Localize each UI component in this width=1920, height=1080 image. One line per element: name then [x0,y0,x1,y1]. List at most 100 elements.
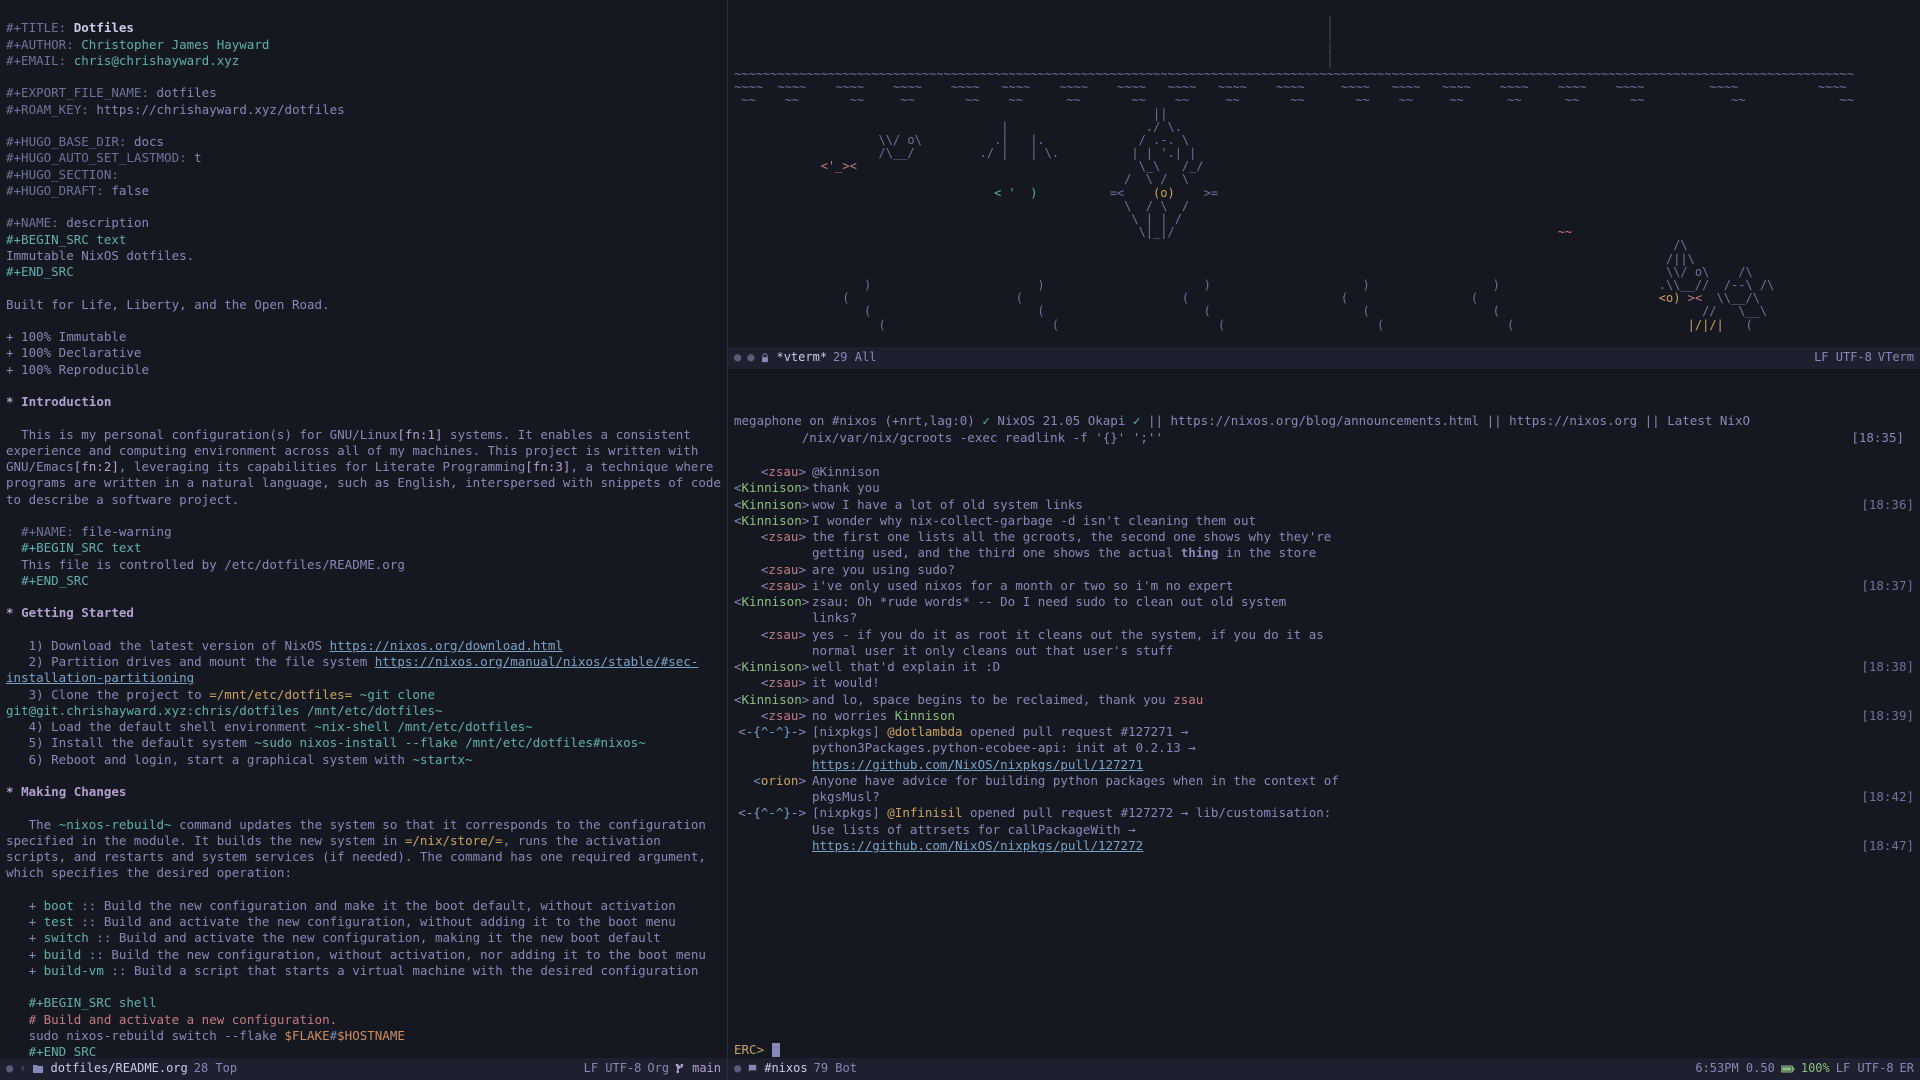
ml-git-branch[interactable]: main [692,1061,721,1077]
ml-battery: 100% [1801,1061,1830,1077]
heading-getting-started[interactable]: Getting Started [21,605,134,620]
org-editor-pane[interactable]: #+TITLE: Dotfiles #+AUTHOR: Christopher … [0,0,728,1080]
erc-prompt-label: ERC> [734,1042,764,1057]
irc-buffer[interactable]: <zsau>@Kinnison<Kinnison>thank you<Kinni… [728,464,1920,1042]
val-title: Dotfiles [74,20,134,35]
heading-introduction[interactable]: Introduction [21,394,111,409]
irc-topic: megaphone on #nixos (+nrt,lag:0) ✓ NixOS… [728,395,1920,464]
irc-timestamp [1850,464,1914,480]
link-nixos-download[interactable]: https://nixos.org/download.html [330,638,563,653]
irc-timestamp [1850,610,1914,626]
topic-ts: [18:35] [1851,430,1914,446]
irc-message-line: <-{^-^}->[nixpkgs] @Infinisil opened pul… [734,805,1914,821]
key-hugo-base: #+HUGO_BASE_DIR: [6,134,126,149]
footnote-2[interactable]: [fn:2] [74,459,119,474]
footnote-1[interactable]: [fn:1] [397,427,442,442]
irc-message-line: <zsau>no worries Kinnison[18:39] [734,708,1914,724]
irc-message-line: <Kinnison>and lo, space begins to be rec… [734,692,1914,708]
irc-message-text: it would! [812,675,1850,691]
irc-nick: <Kinnison> [734,513,812,529]
ml-position: 79 Bot [814,1061,857,1077]
irc-message-text: i've only used nixos for a month or two … [812,578,1850,594]
irc-timestamp [1850,757,1914,773]
irc-message-line: https://github.com/NixOS/nixpkgs/pull/12… [734,757,1914,773]
irc-nick [734,838,812,854]
irc-nick: <Kinnison> [734,497,812,513]
irc-message-text: thank you [812,480,1850,496]
bullet-2: + 100% Reproducible [6,362,149,377]
irc-message-line: https://github.com/NixOS/nixpkgs/pull/12… [734,838,1914,854]
key-hugo-last: #+HUGO_AUTO_SET_LASTMOD: [6,150,187,165]
back-icon[interactable]: ‹ [19,1061,26,1077]
val-name-desc: description [66,215,149,230]
star-icon: * [6,394,14,409]
irc-message-text: https://github.com/NixOS/nixpkgs/pull/12… [812,838,1850,854]
step-4a: 4) Load the default shell environment [29,719,315,734]
irc-nick: <zsau> [734,675,812,691]
key-export: #+EXPORT_FILE_NAME: [6,85,149,100]
irc-nick [734,822,812,838]
irc-message-text: @Kinnison [812,464,1850,480]
ml-encoding: LF UTF-8 [1836,1061,1894,1077]
key-name-warn: #+NAME: [21,524,74,539]
warn-body: This file is controlled by /etc/dotfiles… [21,557,405,572]
irc-message-line: getting used, and the third one shows th… [734,545,1914,561]
irc-message-text: normal user it only cleans out that user… [812,643,1850,659]
ml-position: 28 Top [194,1061,237,1077]
topic-b: NixOS 21.05 Okapi [990,413,1133,428]
irc-message-text: [nixpkgs] @dotlambda opened pull request… [812,724,1850,740]
irc-message-text: links? [812,610,1850,626]
irc-timestamp [1850,594,1914,610]
irc-timestamp [1850,724,1914,740]
topic-c: || https://nixos.org/blog/announcements.… [1140,413,1750,428]
irc-nick [734,643,812,659]
ml-buffer-name[interactable]: *vterm* [776,350,827,366]
irc-nick: <zsau> [734,562,812,578]
vterm-buffer[interactable]: | | | [728,0,1920,347]
irc-nick: <orion> [734,773,812,789]
vterm-pane[interactable]: | | | [728,0,1920,395]
key-hugo-draft: #+HUGO_DRAFT: [6,183,104,198]
irc-nick: <zsau> [734,529,812,545]
step-6a: 6) Reboot and login, start a graphical s… [29,752,413,767]
irc-message-text: pkgsMusl? [812,789,1850,805]
op-build-k: build [44,947,82,962]
irc-timestamp: [18:37] [1850,578,1914,594]
irc-nick: <Kinnison> [734,659,812,675]
heading-making-changes[interactable]: Making Changes [21,784,126,799]
step-5b: ~sudo nixos-install --flake /mnt/etc/dot… [254,735,645,750]
chat-icon [747,1061,758,1077]
op-switch-d: Build and activate the new configuration… [119,930,661,945]
ml-buffer-name[interactable]: #nixos [764,1061,807,1077]
org-buffer[interactable]: #+TITLE: Dotfiles #+AUTHOR: Christopher … [0,0,727,1058]
irc-message-line: <Kinnison>thank you [734,480,1914,496]
irc-nick: <zsau> [734,578,812,594]
erc-prompt[interactable]: ERC> [728,1042,1920,1058]
modeline-vterm: ● ● *vterm* 29 All LF UTF-8 VTerm [728,347,1920,369]
irc-nick: <zsau> [734,627,812,643]
begin-src-shell: #+BEGIN_SRC shell [29,995,157,1010]
op-test-d: Build and activate the new configuration… [104,914,676,929]
key-roam: #+ROAM_KEY: [6,102,89,117]
git-branch-icon [675,1061,686,1077]
irc-message-text: zsau: Oh *rude words* -- Do I need sudo … [812,594,1850,610]
key-author: #+AUTHOR: [6,37,74,52]
irc-message-line: <zsau>@Kinnison [734,464,1914,480]
irc-timestamp [1850,822,1914,838]
shell-var-host: $HOSTNAME [337,1028,405,1043]
irc-message-line: <zsau>yes - if you do it as root it clea… [734,627,1914,643]
val-name-warn: file-warning [81,524,171,539]
shell-hash: # [330,1028,338,1043]
op-build-vm-d: Build a script that starts a virtual mac… [134,963,698,978]
ml-encoding: LF UTF-8 [1814,350,1872,366]
desc-body: Immutable NixOS dotfiles. [6,248,194,263]
irc-message-line: <Kinnison>zsau: Oh *rude words* -- Do I … [734,594,1914,610]
irc-pane[interactable]: megaphone on #nixos (+nrt,lag:0) ✓ NixOS… [728,395,1920,1080]
dot-icon: ● [734,350,741,366]
ml-buffer-name[interactable]: dotfiles/README.org [50,1061,187,1077]
irc-message-line: python3Packages.python-ecobee-api: init … [734,740,1914,756]
footnote-3[interactable]: [fn:3] [525,459,570,474]
modeline-org: ● ‹ dotfiles/README.org 28 Top LF UTF-8 … [0,1058,727,1080]
val-hugo-last: t [194,150,202,165]
lock-icon [760,350,770,366]
